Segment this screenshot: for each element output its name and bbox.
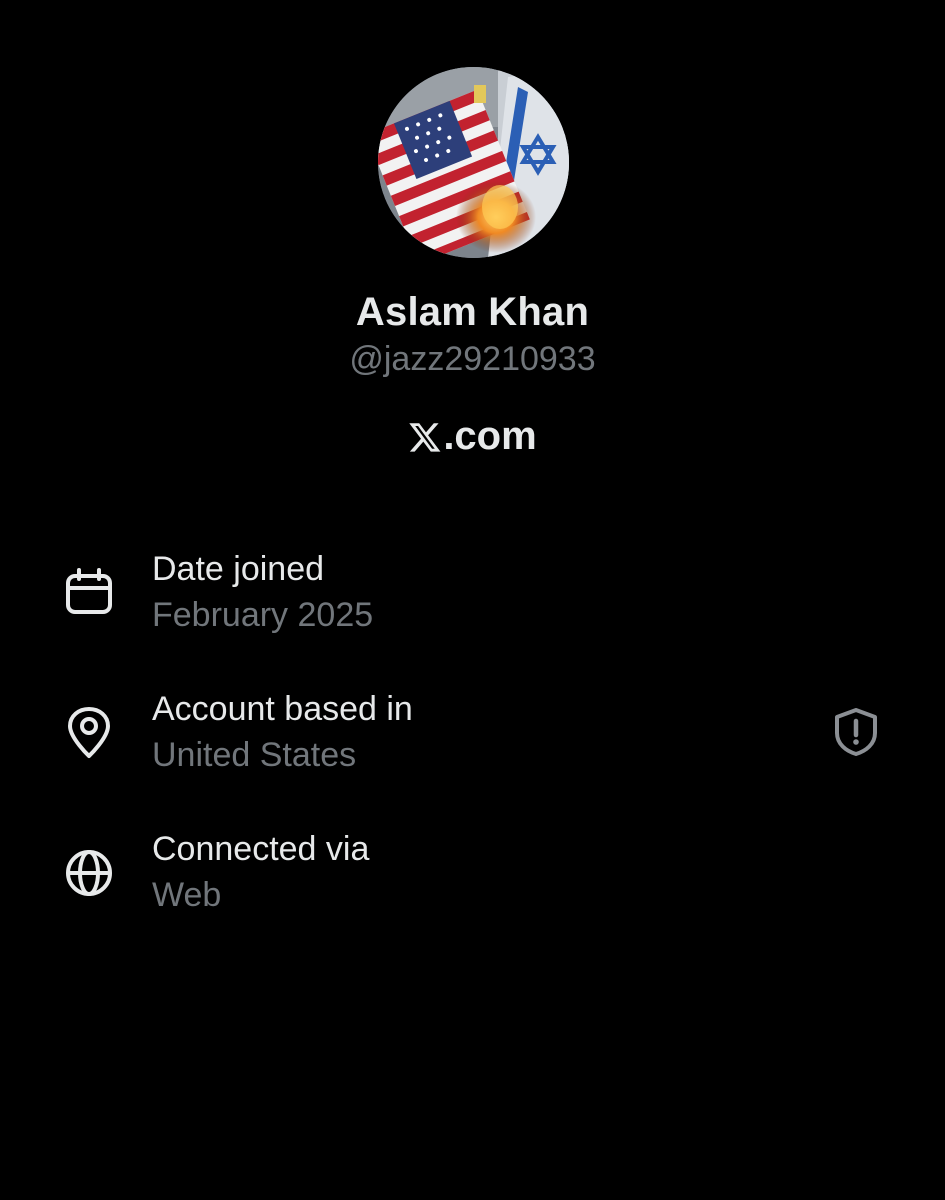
date-joined-value: February 2025 — [152, 596, 374, 634]
user-handle: @jazz29210933 — [349, 340, 596, 378]
detail-row-connected-via: Connected via Web — [0, 830, 945, 920]
account-based-in-label: Account based in — [152, 690, 413, 728]
x-logo-icon — [409, 422, 441, 452]
connected-via-label: Connected via — [152, 830, 370, 868]
site-domain-label: .com — [443, 414, 537, 458]
location-pin-icon — [68, 707, 110, 758]
avatar-image — [378, 67, 569, 258]
connected-via-value: Web — [152, 876, 222, 914]
site-domain: .com — [0, 414, 945, 459]
calendar-icon — [66, 568, 112, 614]
profile-avatar[interactable] — [378, 67, 569, 258]
globe-icon — [66, 850, 112, 896]
display-name: Aslam Khan — [355, 290, 590, 334]
shield-alert-icon[interactable] — [830, 706, 882, 758]
detail-row-date-joined: Date joined February 2025 — [0, 550, 945, 640]
detail-row-account-based-in: Account based in United States — [0, 690, 945, 780]
date-joined-label: Date joined — [152, 550, 325, 588]
account-based-in-value: United States — [152, 736, 357, 774]
